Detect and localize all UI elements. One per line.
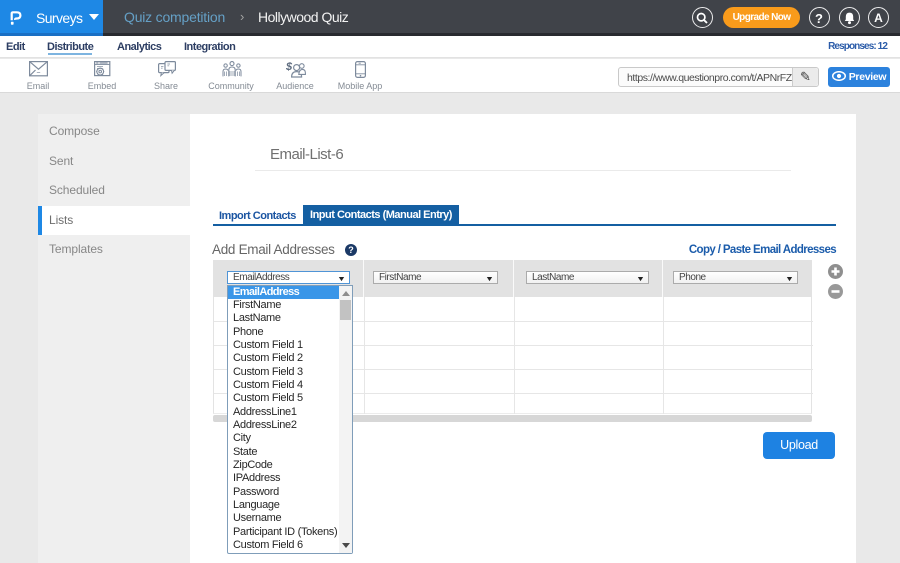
svg-text:$: $ [286, 61, 293, 73]
